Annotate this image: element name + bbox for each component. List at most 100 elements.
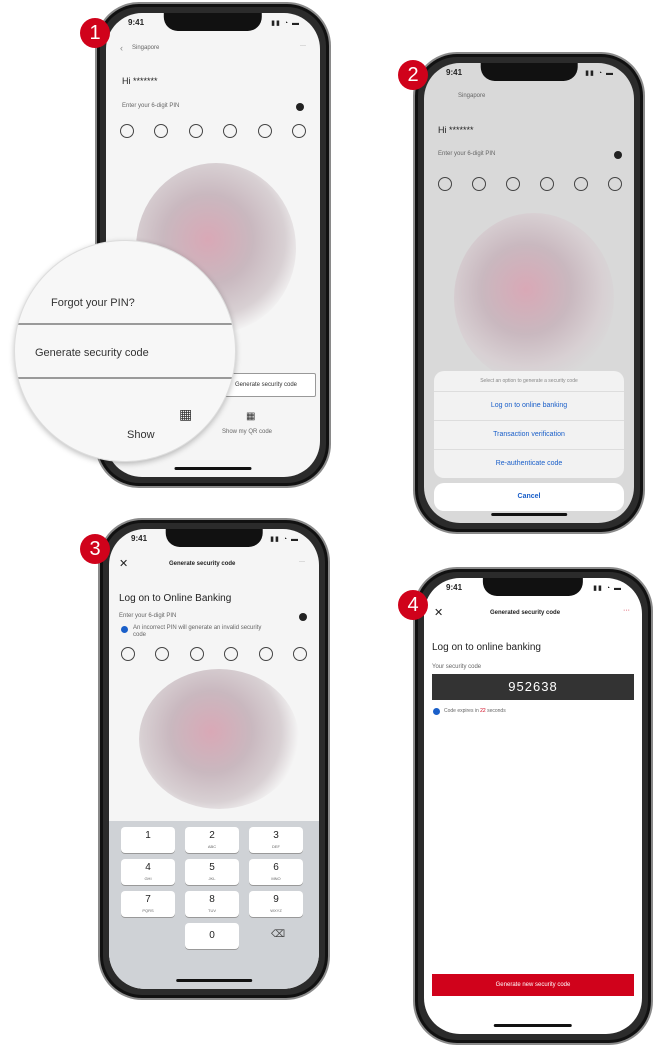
pin-prompt: Enter your 6-digit PIN — [122, 103, 180, 109]
magnifier-callout: Forgot your PIN? Generate security code … — [14, 240, 236, 462]
info-icon — [121, 626, 128, 633]
more-icon[interactable]: ··· — [299, 559, 305, 565]
code-label: Your security code — [432, 664, 482, 670]
step-badge-1: 1 — [80, 18, 110, 48]
pin-dot — [154, 124, 169, 138]
heading: Log on to online banking — [432, 642, 541, 653]
notch — [165, 529, 263, 547]
key-9[interactable]: 9 WXYZ — [249, 891, 303, 917]
info-icon[interactable] — [296, 103, 304, 111]
option-log-on[interactable]: Log on to online banking — [434, 391, 624, 420]
expiry-text: Code expires in 22 seconds — [444, 708, 506, 714]
phone-4: 9:41 ▮▮ ◔ ▬ ✕ Generated security code ··… — [413, 567, 653, 1045]
key-6[interactable]: 6 MNO — [249, 859, 303, 885]
pin-prompt: Enter your 6-digit PIN — [438, 151, 496, 157]
pin-dot — [472, 177, 486, 191]
status-time: 9:41 — [446, 583, 463, 592]
forgot-pin-link[interactable]: Forgot your PIN? — [51, 297, 135, 309]
greeting: Hi ******* — [438, 125, 474, 135]
show-qr-label[interactable]: Show — [127, 429, 155, 441]
pin-dot — [438, 177, 452, 191]
back-icon[interactable]: ‹ — [120, 43, 123, 53]
close-icon[interactable]: ✕ — [119, 557, 128, 570]
pin-dot — [506, 177, 520, 191]
sheet-title: Select an option to generate a security … — [480, 378, 578, 384]
key-8[interactable]: 8 TUV — [185, 891, 239, 917]
divider — [15, 323, 235, 325]
pin-field[interactable] — [121, 647, 307, 661]
home-indicator — [174, 467, 252, 470]
pin-field[interactable] — [120, 124, 306, 138]
step-badge-3: 3 — [80, 534, 110, 564]
home-indicator — [491, 513, 567, 516]
option-transaction-verification[interactable]: Transaction verification — [434, 420, 624, 449]
background-flower-image — [454, 213, 614, 383]
numeric-keypad: 1 2 ABC 3 DEF 4 GHI 5 JKL 6 MNO 7 PQRS 8 TUV 9W… — [109, 821, 319, 989]
pin-field[interactable] — [438, 177, 622, 191]
status-time: 9:41 — [128, 18, 145, 27]
key-0[interactable]: 0 — [185, 923, 239, 949]
key-7[interactable]: 7 PQRS — [121, 891, 175, 917]
notch — [482, 578, 584, 596]
signal-icon: ▮▮ ◔ ▬ — [585, 70, 614, 77]
phone-3-screen: 9:41 ▮▮ ◔ ▬ ✕ Generate security code ···… — [109, 529, 319, 989]
page-title: Generated security code — [490, 610, 561, 616]
pin-dot — [291, 124, 306, 138]
divider — [15, 377, 235, 379]
notch — [163, 13, 263, 31]
step-badge-2: 2 — [398, 60, 428, 90]
pin-dot — [574, 177, 588, 191]
background-flower-image — [139, 669, 299, 809]
qr-icon[interactable]: ▦ — [246, 411, 255, 422]
pin-dot — [189, 647, 204, 661]
show-qr-label[interactable]: Show my QR code — [222, 429, 272, 435]
incorrect-pin-note: An incorrect PIN will generate an invali… — [133, 625, 262, 638]
key-1[interactable]: 1 — [121, 827, 175, 853]
pin-dot — [155, 647, 170, 661]
option-re-authenticate[interactable]: Re-authenticate code — [434, 449, 624, 478]
close-icon[interactable]: ✕ — [434, 606, 443, 619]
home-indicator — [176, 979, 252, 982]
country-label: Singapore — [132, 45, 160, 51]
pin-dot — [258, 647, 273, 661]
phone-2-screen: 9:41 ▮▮ ◔ ▬ Singapore Hi ******* Enter y… — [424, 63, 634, 523]
phone-2: 9:41 ▮▮ ◔ ▬ Singapore Hi ******* Enter y… — [413, 52, 645, 534]
key-2[interactable]: 2 ABC — [185, 827, 239, 853]
more-icon[interactable]: ··· — [300, 43, 306, 49]
info-icon[interactable] — [299, 613, 307, 621]
signal-icon: ▮▮ ◔ ▬ — [271, 20, 300, 27]
key-4[interactable]: 4 GHI — [121, 859, 175, 885]
more-icon[interactable]: ··· — [623, 607, 630, 614]
pin-dot — [292, 647, 307, 661]
generate-security-code-link[interactable]: Generate security code — [35, 347, 149, 359]
phone-3: 9:41 ▮▮ ◔ ▬ ✕ Generate security code ···… — [98, 518, 330, 1000]
pin-dot — [188, 124, 203, 138]
key-3[interactable]: 3 DEF — [249, 827, 303, 853]
heading: Log on to Online Banking — [119, 593, 232, 604]
pin-dot — [540, 177, 554, 191]
pin-prompt: Enter your 6-digit PIN — [119, 613, 177, 619]
action-sheet: Select an option to generate a security … — [434, 371, 624, 478]
signal-icon: ▮▮ ◔ ▬ — [593, 585, 622, 592]
status-time: 9:41 — [131, 534, 148, 543]
pin-dot — [121, 647, 135, 661]
pin-dot — [257, 124, 272, 138]
qr-icon[interactable]: ▦ — [179, 406, 192, 423]
country-label: Singapore — [458, 93, 486, 99]
pin-dot — [224, 647, 239, 661]
generate-new-code-button[interactable]: Generate new security code — [432, 974, 634, 996]
key-5[interactable]: 5 JKL — [185, 859, 239, 885]
notch — [480, 63, 578, 81]
cancel-button[interactable]: Cancel — [434, 483, 624, 511]
pin-dot — [120, 124, 134, 138]
status-time: 9:41 — [446, 68, 463, 77]
home-indicator — [493, 1024, 573, 1027]
step-badge-4: 4 — [398, 590, 428, 620]
pin-dot — [608, 177, 622, 191]
info-icon[interactable] — [614, 151, 622, 159]
phone-4-screen: 9:41 ▮▮ ◔ ▬ ✕ Generated security code ··… — [424, 578, 642, 1034]
backspace-icon[interactable]: ⌫ — [271, 929, 285, 940]
info-icon — [433, 708, 440, 715]
greeting: Hi ******* — [122, 76, 158, 86]
pin-dot — [223, 124, 238, 138]
